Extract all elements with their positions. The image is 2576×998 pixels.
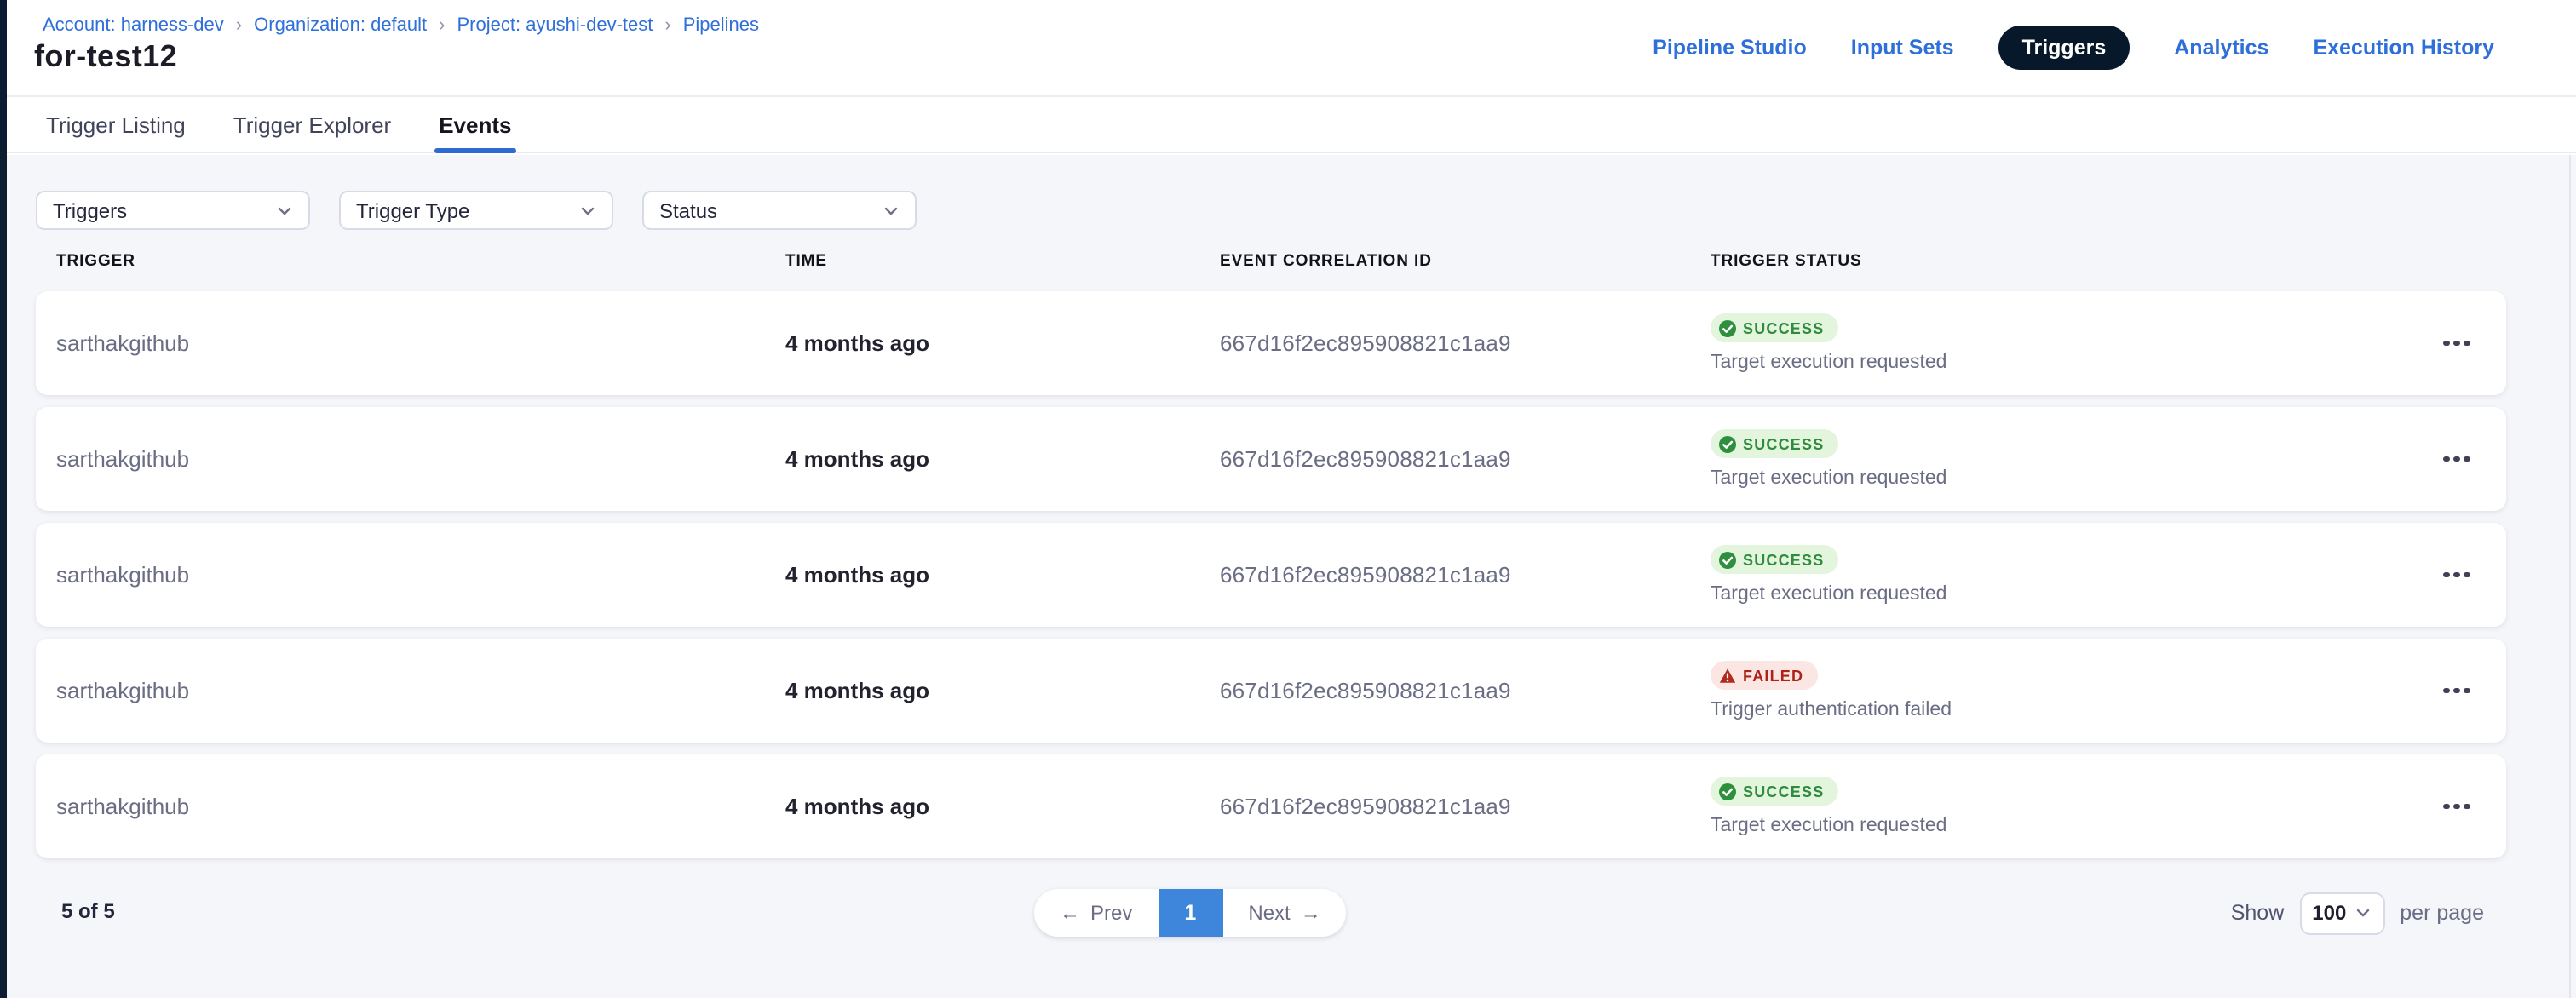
event-correlation-id: 667d16f2ec895908821c1aa9 (1220, 446, 1711, 472)
arrow-right-icon: → (1301, 901, 1321, 925)
chevron-right-icon: › (664, 16, 670, 35)
status-badge: FAILED (1711, 661, 1817, 690)
event-correlation-id: 667d16f2ec895908821c1aa9 (1220, 794, 1711, 819)
show-label: Show (2231, 901, 2285, 925)
chevron-down-icon (883, 202, 900, 219)
page-header: Account: harness-dev › Organization: def… (0, 0, 2576, 95)
row-menu-button[interactable] (2435, 321, 2479, 365)
status-detail: Target execution requested (1711, 816, 2506, 836)
status-detail: Target execution requested (1711, 584, 2506, 605)
trigger-status-cell: SUCCESS Target execution requested (1711, 545, 2506, 605)
events-content: Triggers Trigger Type Status TRIGGER TIM… (0, 155, 2576, 998)
page-size-control: Show 100 per page (2231, 889, 2484, 937)
table-row: sarthakgithub 4 months ago 667d16f2ec895… (36, 754, 2506, 858)
status-detail: Target execution requested (1711, 353, 2506, 373)
pagination-summary: 5 of 5 (61, 899, 115, 923)
active-tab-underline (434, 148, 516, 153)
trigger-name: sarthakgithub (56, 794, 785, 819)
breadcrumb: Account: harness-dev › Organization: def… (43, 15, 759, 36)
chevron-down-icon (276, 202, 293, 219)
column-header-time: TIME (785, 252, 1220, 271)
trigger-status-cell: SUCCESS Target execution requested (1711, 777, 2506, 836)
event-correlation-id: 667d16f2ec895908821c1aa9 (1220, 678, 1711, 703)
triggers-filter-select[interactable]: Triggers (36, 191, 310, 230)
table-header-row: TRIGGER TIME EVENT CORRELATION ID TRIGGE… (56, 252, 2486, 271)
status-badge: SUCCESS (1711, 545, 1837, 574)
tab-trigger-explorer[interactable]: Trigger Explorer (233, 97, 391, 152)
status-badge: SUCCESS (1711, 313, 1837, 342)
breadcrumb-project[interactable]: Project: ayushi-dev-test (457, 15, 653, 36)
screenshot-viewport: Account: harness-dev › Organization: def… (0, 0, 2576, 998)
table-row: sarthakgithub 4 months ago 667d16f2ec895… (36, 639, 2506, 743)
chevron-down-icon (579, 202, 596, 219)
page-number-button[interactable]: 1 (1158, 889, 1222, 937)
check-circle-icon (1719, 551, 1736, 568)
row-menu-button[interactable] (2435, 784, 2479, 829)
per-page-label: per page (2400, 901, 2484, 925)
event-time: 4 months ago (785, 794, 1220, 819)
nav-input-sets[interactable]: Input Sets (1851, 36, 1954, 60)
event-time: 4 months ago (785, 562, 1220, 588)
row-menu-button[interactable] (2435, 668, 2479, 713)
trigger-name: sarthakgithub (56, 446, 785, 472)
status-badge: SUCCESS (1711, 777, 1837, 806)
table-row: sarthakgithub 4 months ago 667d16f2ec895… (36, 523, 2506, 627)
trigger-name: sarthakgithub (56, 330, 785, 356)
column-header-event-correlation-id: EVENT CORRELATION ID (1220, 252, 1711, 271)
check-circle-icon (1719, 435, 1736, 452)
chevron-right-icon: › (236, 16, 242, 35)
trigger-status-cell: SUCCESS Target execution requested (1711, 313, 2506, 373)
pagination-bar: 5 of 5 ← Prev 1 Next → Show 100 per pa (0, 884, 2576, 942)
arrow-left-icon: ← (1060, 901, 1080, 925)
event-correlation-id: 667d16f2ec895908821c1aa9 (1220, 562, 1711, 588)
next-page-button[interactable]: Next → (1222, 889, 1346, 937)
left-edge-strip (0, 0, 7, 998)
trigger-status-cell: FAILED Trigger authentication failed (1711, 661, 2506, 720)
breadcrumb-pipelines[interactable]: Pipelines (683, 15, 759, 36)
row-menu-button[interactable] (2435, 553, 2479, 597)
column-header-trigger: TRIGGER (56, 252, 785, 271)
event-time: 4 months ago (785, 678, 1220, 703)
triggers-tabbar: Trigger Listing Trigger Explorer Events (0, 95, 2576, 153)
status-detail: Trigger authentication failed (1711, 700, 2506, 720)
warning-triangle-icon (1719, 667, 1736, 684)
event-time: 4 months ago (785, 446, 1220, 472)
page-size-select[interactable]: 100 (2299, 892, 2384, 934)
trigger-type-filter-select[interactable]: Trigger Type (339, 191, 613, 230)
page-title: for-test12 (34, 39, 177, 75)
breadcrumb-organization[interactable]: Organization: default (254, 15, 427, 36)
event-correlation-id: 667d16f2ec895908821c1aa9 (1220, 330, 1711, 356)
status-detail: Target execution requested (1711, 468, 2506, 489)
nav-analytics[interactable]: Analytics (2174, 36, 2268, 60)
filter-bar: Triggers Trigger Type Status (36, 191, 917, 230)
status-filter-select[interactable]: Status (642, 191, 917, 230)
app-screen: Account: harness-dev › Organization: def… (0, 0, 2576, 998)
trigger-name: sarthakgithub (56, 562, 785, 588)
events-table-body: sarthakgithub 4 months ago 667d16f2ec895… (36, 291, 2506, 858)
chevron-right-icon: › (439, 16, 445, 35)
breadcrumb-account[interactable]: Account: harness-dev (43, 15, 224, 36)
trigger-status-cell: SUCCESS Target execution requested (1711, 429, 2506, 489)
chevron-down-icon (2355, 904, 2372, 921)
nav-pipeline-studio[interactable]: Pipeline Studio (1653, 36, 1807, 60)
nav-triggers-active[interactable]: Triggers (1998, 26, 2130, 70)
status-badge: SUCCESS (1711, 429, 1837, 458)
row-menu-button[interactable] (2435, 437, 2479, 481)
tab-trigger-listing[interactable]: Trigger Listing (46, 97, 186, 152)
prev-page-button[interactable]: ← Prev (1034, 889, 1158, 937)
check-circle-icon (1719, 319, 1736, 336)
trigger-name: sarthakgithub (56, 678, 785, 703)
check-circle-icon (1719, 783, 1736, 800)
pagination-controls: ← Prev 1 Next → (1034, 889, 1347, 937)
column-header-trigger-status: TRIGGER STATUS (1711, 252, 2486, 271)
nav-execution-history[interactable]: Execution History (2313, 36, 2494, 60)
table-row: sarthakgithub 4 months ago 667d16f2ec895… (36, 407, 2506, 511)
pipeline-top-nav: Pipeline Studio Input Sets Triggers Anal… (1653, 0, 2494, 95)
event-time: 4 months ago (785, 330, 1220, 356)
table-row: sarthakgithub 4 months ago 667d16f2ec895… (36, 291, 2506, 395)
tab-events[interactable]: Events (439, 97, 511, 152)
